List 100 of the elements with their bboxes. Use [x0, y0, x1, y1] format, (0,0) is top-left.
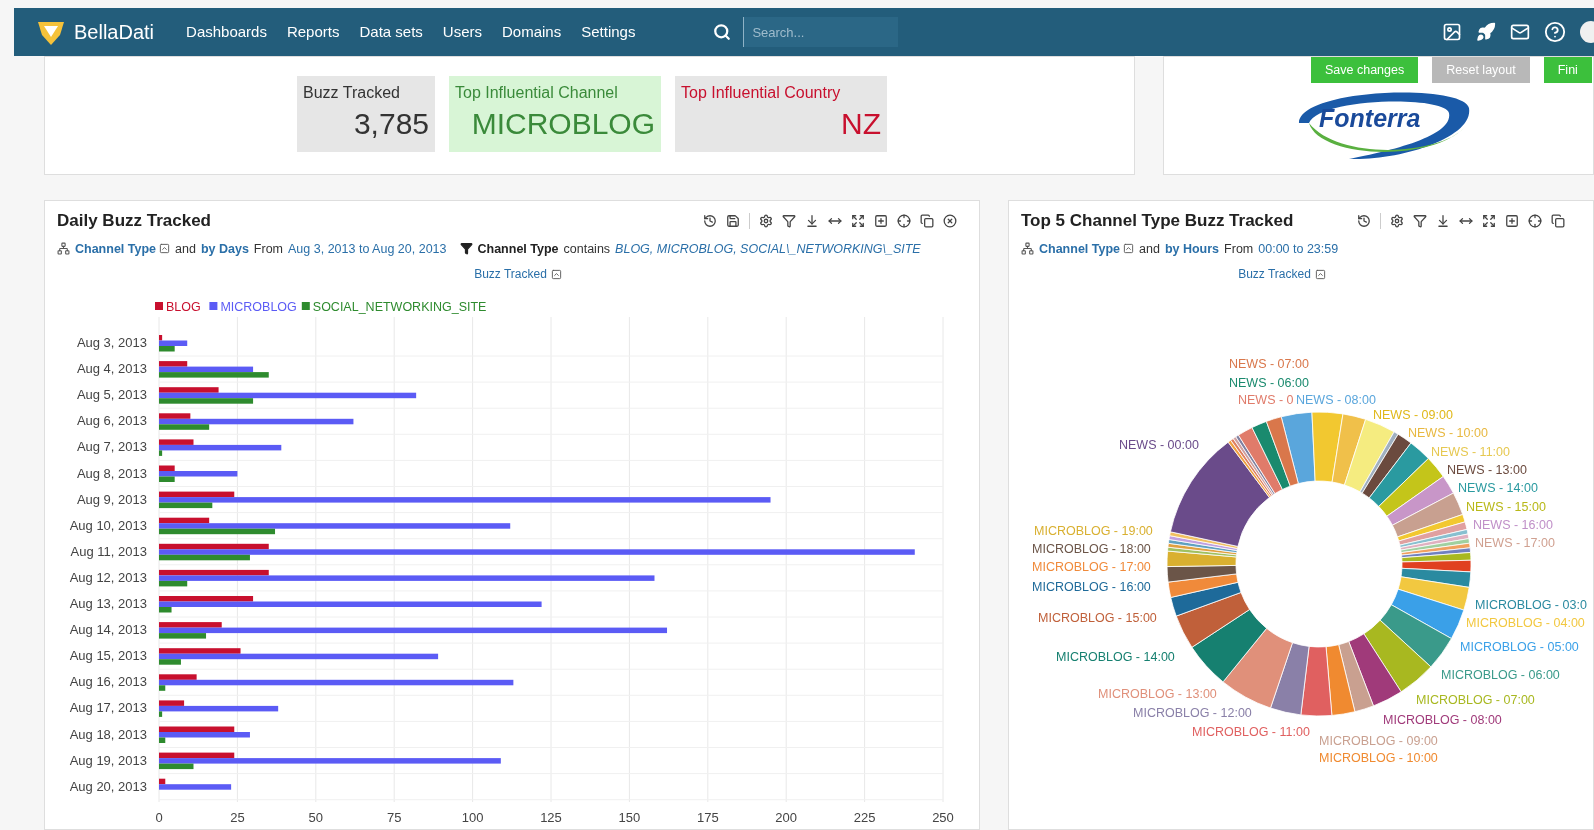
toggle-icon[interactable] — [159, 243, 171, 255]
axis-tick-label: 75 — [386, 810, 402, 826]
slice-label: NEWS - 08:00 — [1296, 392, 1376, 408]
slice-label: NEWS - 00:00 — [1119, 437, 1199, 453]
slice-label: MICROBLOG - 19:00 — [1034, 523, 1153, 539]
toggle-icon[interactable] — [550, 268, 562, 280]
search-field[interactable]: Search... — [743, 17, 899, 47]
subtitle-text: and — [175, 240, 196, 258]
donut-slice — [1300, 646, 1333, 717]
filter-icon[interactable] — [1413, 213, 1428, 228]
slice-label: MICROBLOG - 15:00 — [1038, 610, 1157, 626]
logo-text: Fonterra — [1319, 103, 1421, 134]
slice-label: MICROBLOG - 12:00 — [1133, 705, 1252, 721]
nav-link[interactable]: Domains — [502, 20, 562, 44]
nav-link[interactable]: Users — [442, 20, 482, 44]
filter-icon[interactable] — [782, 213, 796, 228]
kpi-label: Buzz Tracked — [303, 83, 401, 103]
filter-values-link[interactable]: BLOG, MICROBLOG, SOCIAL\_NETWORKING\_SITE — [615, 239, 921, 259]
axis-tick-label: 50 — [308, 810, 324, 826]
nav-link[interactable]: Reports — [286, 20, 340, 44]
slice-label: NEWS - 06:00 — [1229, 375, 1309, 391]
rocket-icon[interactable] — [1476, 22, 1496, 42]
expand-icon[interactable] — [1482, 213, 1497, 228]
toggle-icon[interactable] — [1314, 268, 1326, 280]
drill-link[interactable]: by Days — [200, 239, 249, 259]
download-icon[interactable] — [805, 213, 819, 228]
close-icon[interactable] — [943, 213, 957, 228]
slice-label: NEWS - 11:00 — [1431, 444, 1510, 460]
slice-label: MICROBLOG - 10:00 — [1319, 750, 1438, 766]
search-icon[interactable] — [713, 23, 732, 41]
category-label: Aug 14, 2013 — [69, 622, 147, 638]
filter-label: Channel Type — [477, 240, 559, 258]
slice-label: MICROBLOG - 16:00 — [1032, 579, 1151, 595]
kpi-value: NZ — [841, 106, 881, 142]
subtitle-text: From — [253, 240, 283, 258]
slice-label: MICROBLOG - 17:00 — [1032, 559, 1151, 575]
slice-label: NEWS - 13:00 — [1447, 462, 1527, 478]
category-label: Aug 16, 2013 — [69, 674, 147, 690]
history-icon[interactable] — [1357, 213, 1372, 228]
axis-tick-label: 175 — [696, 810, 719, 826]
settings-icon[interactable] — [1390, 213, 1405, 228]
subtitle-text: From — [1224, 240, 1254, 258]
brand-name[interactable]: BellaDati — [74, 17, 155, 47]
legend-item[interactable]: BLOG — [155, 300, 201, 315]
slice-label: NEWS - 17:00 — [1475, 535, 1555, 551]
legend-item[interactable]: SOCIAL_NETWORKING_SITE — [301, 300, 487, 315]
image-icon[interactable] — [1442, 22, 1462, 42]
kpi-value: 3,785 — [353, 106, 429, 142]
measure-link[interactable]: Buzz Tracked — [1238, 265, 1311, 284]
category-label: Aug 17, 2013 — [69, 700, 147, 716]
slice-label: MICROBLOG - 09:00 — [1319, 733, 1438, 749]
axis-tick-label: 25 — [230, 810, 245, 826]
kpi-label: Top Influential Country — [681, 83, 842, 103]
slice-label: MICROBLOG - 13:00 — [1098, 686, 1217, 702]
mail-icon[interactable] — [1510, 22, 1530, 42]
nav-link[interactable]: Data sets — [359, 20, 423, 44]
range-link[interactable]: 00:00 to 23:59 — [1258, 239, 1339, 259]
hierarchy-icon — [1021, 242, 1034, 256]
panel-title: Top 5 Channel Type Buzz Tracked — [1021, 210, 1294, 232]
slice-label: MICROBLOG - 06:00 — [1441, 667, 1560, 683]
slice-label: NEWS - 14:00 — [1458, 480, 1538, 496]
add-icon[interactable] — [1505, 213, 1520, 228]
history-icon[interactable] — [703, 213, 717, 228]
add-icon[interactable] — [874, 213, 888, 228]
range-link[interactable]: Aug 3, 2013 to Aug 20, 2013 — [288, 239, 447, 259]
hierarchy-icon — [57, 242, 70, 256]
help-icon[interactable] — [1544, 21, 1566, 43]
drill-link[interactable]: Channel Type — [1039, 239, 1121, 259]
drill-link[interactable]: by Hours — [1164, 239, 1220, 259]
slice-label: NEWS - 15:00 — [1466, 499, 1546, 515]
settings-icon[interactable] — [759, 213, 773, 228]
slice-label: MICROBLOG - 07:00 — [1416, 692, 1535, 708]
nav-link[interactable]: Dashboards — [186, 20, 267, 44]
kpi-label: Top Influential Channel — [455, 83, 619, 103]
category-label: Aug 8, 2013 — [76, 465, 147, 481]
copy-icon[interactable] — [920, 213, 934, 228]
copy-icon[interactable] — [1551, 213, 1566, 228]
expand-icon[interactable] — [851, 213, 865, 228]
slice-label: MICROBLOG - 11:00 — [1192, 724, 1310, 740]
category-label: Aug 11, 2013 — [70, 544, 147, 560]
slice-label: NEWS - 0 — [1238, 392, 1294, 408]
drill-link[interactable]: Channel Type — [75, 239, 157, 259]
slice-label: NEWS - 09:00 — [1373, 407, 1453, 423]
category-label: Aug 7, 2013 — [76, 439, 147, 455]
save-icon[interactable] — [726, 213, 740, 228]
toggle-icon[interactable] — [1123, 243, 1135, 255]
panel-title: Daily Buzz Tracked — [57, 210, 211, 232]
slice-label: MICROBLOG - 04:00 — [1466, 615, 1585, 631]
download-icon[interactable] — [1436, 213, 1451, 228]
measure-link[interactable]: Buzz Tracked — [474, 265, 547, 284]
legend-item[interactable]: MICROBLOG — [209, 300, 297, 315]
legend-label: BLOG — [166, 300, 201, 315]
category-label: Aug 9, 2013 — [76, 491, 147, 507]
crosshair-icon[interactable] — [897, 213, 911, 228]
category-label: Aug 12, 2013 — [69, 570, 147, 586]
nav-link[interactable]: Settings — [581, 20, 636, 44]
axis-tick-label: 0 — [155, 810, 163, 826]
slice-label: MICROBLOG - 14:00 — [1056, 649, 1175, 665]
slice-label: MICROBLOG - 18:00 — [1032, 541, 1151, 557]
crosshair-icon[interactable] — [1528, 213, 1543, 228]
